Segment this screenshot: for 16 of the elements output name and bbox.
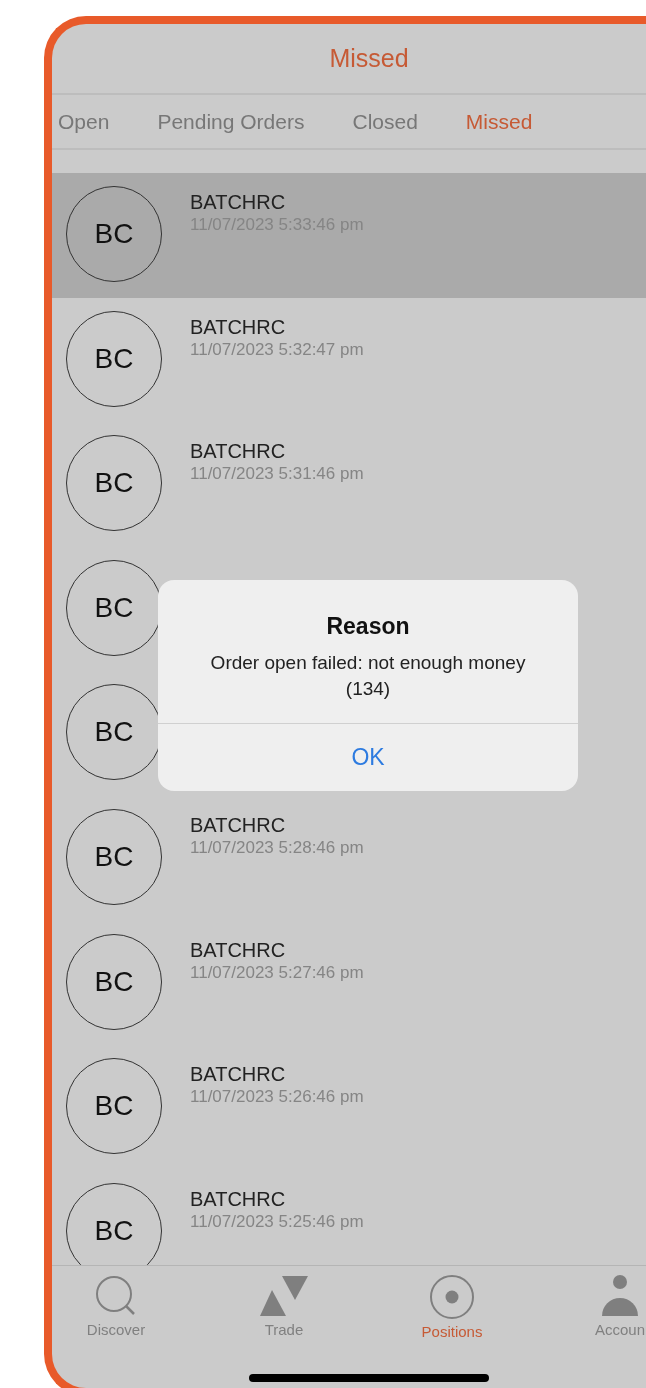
order-time: 11/07/2023 5:32:47 pm (190, 339, 364, 360)
order-symbol: BATCHRC (190, 440, 287, 464)
alert-title: Reason (326, 613, 410, 640)
order-time: 11/07/2023 5:31:46 pm (190, 464, 364, 485)
alert-message: Order open failed: not enough money (134) (209, 651, 527, 701)
order-symbol: BATCHRC (190, 938, 287, 962)
order-symbol: BATCHRC (190, 1187, 287, 1211)
order-time: 11/07/2023 5:27:46 pm (190, 962, 364, 983)
order-time: 11/07/2023 5:28:46 pm (190, 837, 364, 858)
order-time: 11/07/2023 5:25:46 pm (190, 1211, 364, 1232)
order-symbol: BATCHRC (190, 191, 287, 214)
order-symbol: BATCHRC (190, 315, 287, 339)
order-time: 11/07/2023 5:26:46 pm (190, 1087, 364, 1108)
order-symbol: BATCHRC (190, 1063, 287, 1087)
order-symbol: BATCHRC (190, 813, 287, 837)
screen-title: Missed (329, 44, 409, 73)
